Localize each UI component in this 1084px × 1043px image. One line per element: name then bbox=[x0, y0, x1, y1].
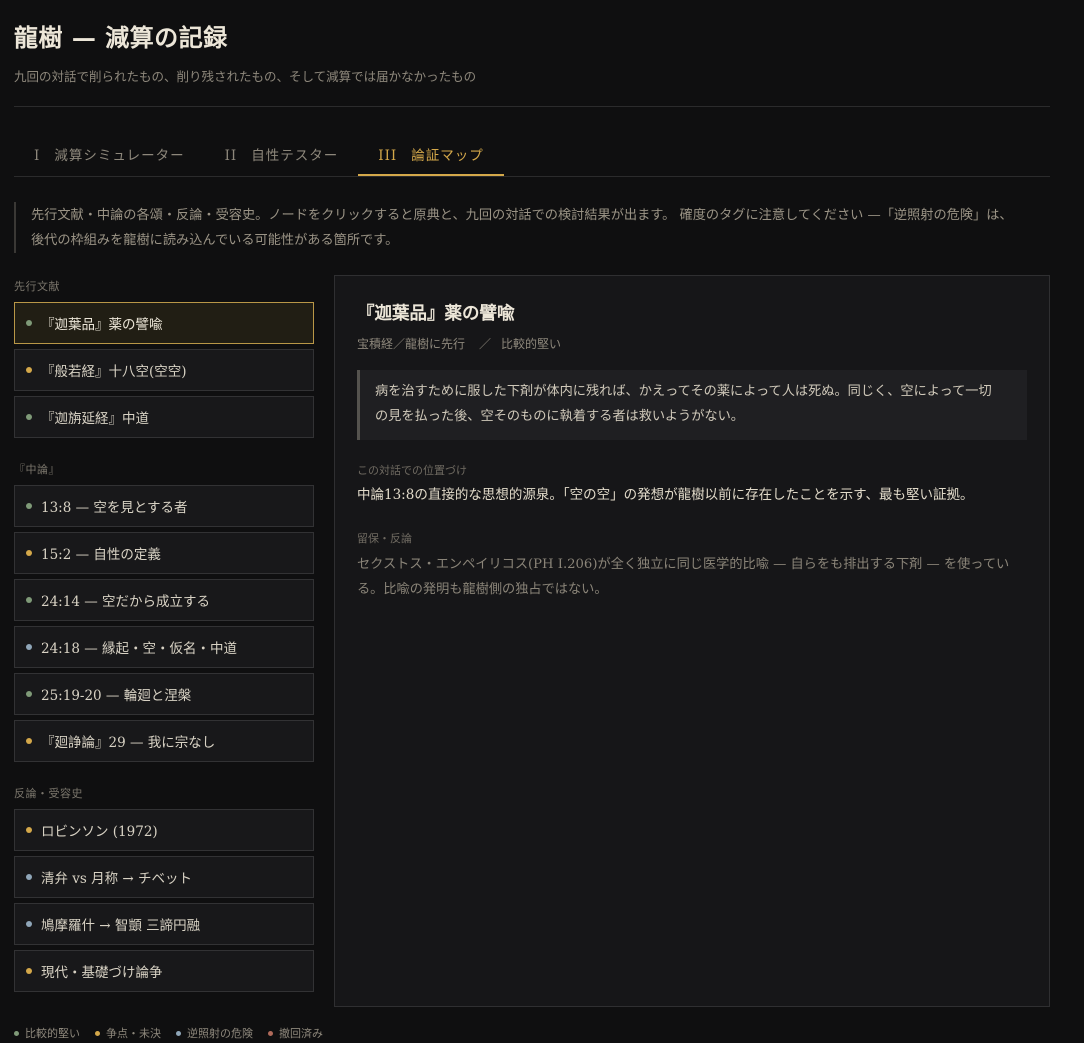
argument-node[interactable]: 24:14 — 空だから成立する bbox=[14, 579, 314, 621]
argument-node[interactable]: 『般若経』十八空(空空) bbox=[14, 349, 314, 391]
legend-label: 逆照射の危険 bbox=[187, 1027, 253, 1040]
page-subtitle: 九回の対話で削られたもの、削り残されたもの、そして減算では届かなかったもの bbox=[14, 69, 477, 84]
position-text: 中論13:8の直接的な思想的源泉。「空の空」の発想が龍樹以前に存在したことを示す… bbox=[357, 487, 974, 503]
meta-separator: ／ bbox=[479, 337, 492, 351]
legend-item: 逆照射の危険 bbox=[176, 1025, 253, 1041]
section-heading: 『中論』 bbox=[14, 463, 60, 476]
tab-subtraction-simulator[interactable]: I 減算シミュレーター bbox=[14, 132, 205, 176]
detail-source: 宝積経／龍樹に先行 bbox=[357, 337, 466, 351]
node-label: 『般若経』十八空(空空) bbox=[41, 364, 187, 380]
legend-label: 争点・未決 bbox=[106, 1027, 161, 1040]
node-label: 24:14 — 空だから成立する bbox=[41, 594, 210, 610]
legend-dot-icon bbox=[14, 1030, 19, 1036]
legend-label: 撤回済み bbox=[279, 1027, 323, 1040]
detail-panel: 『迦葉品』薬の譬喩 宝積経／龍樹に先行 ／ 比較的堅い 病を治すために服した下剤が体… bbox=[334, 275, 1050, 1007]
node-label: 25:19-20 — 輪廻と涅槃 bbox=[41, 688, 192, 704]
status-dot-icon bbox=[26, 503, 32, 509]
tab-argument-map[interactable]: III 論証マップ bbox=[358, 132, 504, 176]
status-dot-icon bbox=[26, 644, 32, 650]
node-label: 24:18 — 縁起・空・仮名・中道 bbox=[41, 641, 237, 657]
argument-node[interactable]: 現代・基礎づけ論争 bbox=[14, 950, 314, 992]
legend-dot-icon bbox=[268, 1030, 273, 1036]
status-dot-icon bbox=[26, 691, 32, 697]
status-dot-icon bbox=[26, 414, 32, 420]
tab-svabhava-tester[interactable]: II 自性テスター bbox=[205, 132, 359, 176]
node-label: ロビンソン (1972) bbox=[41, 824, 158, 840]
argument-node[interactable]: ロビンソン (1972) bbox=[14, 809, 314, 851]
node-label: 鳩摩羅什 → 智顗 三諦円融 bbox=[41, 918, 201, 934]
node-list: 先行文献『迦葉品』薬の譬喩『般若経』十八空(空空) 『迦旃延経』中道『中論』 13:… bbox=[14, 278, 314, 1015]
status-dot-icon bbox=[26, 921, 32, 927]
argument-node[interactable]: 鳩摩羅什 → 智顗 三諦円融 bbox=[14, 903, 314, 945]
detail-title: 『迦葉品』薬の譬喩 bbox=[357, 304, 515, 324]
legend-dot-icon bbox=[176, 1030, 181, 1036]
legend-item: 比較的堅い bbox=[14, 1025, 80, 1041]
status-dot-icon bbox=[26, 827, 32, 833]
node-label: 『迦旃延経』中道 bbox=[41, 411, 149, 427]
argument-node[interactable]: 24:18 — 縁起・空・仮名・中道 bbox=[14, 626, 314, 668]
detail-meta: 宝積経／龍樹に先行 ／ 比較的堅い bbox=[357, 335, 1027, 352]
certainty-legend: 比較的堅い 争点・未決 逆照射の危険 撤回済み bbox=[14, 1025, 338, 1041]
argument-node[interactable]: 13:8 — 空を見とする者 bbox=[14, 485, 314, 527]
quote-line: 病を治すために服した下剤が体内に残れば、かえってその薬によって人は死ぬ。同じく、… bbox=[375, 384, 992, 399]
node-label: 清弁 vs 月称 → チベット bbox=[41, 871, 193, 887]
argument-node[interactable]: 25:19-20 — 輪廻と涅槃 bbox=[14, 673, 314, 715]
status-dot-icon bbox=[26, 874, 32, 880]
node-label: 13:8 — 空を見とする者 bbox=[41, 500, 188, 516]
legend-label: 比較的堅い bbox=[25, 1027, 80, 1040]
caveat-line: セクストス・エンペイリコス(PH I.206)が全く独立に同じ医学的比喩 — 自… bbox=[357, 557, 1010, 572]
page-title: 龍樹 — 減算の記録 bbox=[14, 23, 228, 52]
legend-dot-icon bbox=[95, 1030, 100, 1036]
caveat-label: 留保・反論 bbox=[357, 532, 412, 545]
argument-node[interactable]: 15:2 — 自性の定義 bbox=[14, 532, 314, 574]
node-label: 『迦葉品』薬の譬喩 bbox=[41, 317, 163, 333]
status-dot-icon bbox=[26, 738, 32, 744]
header-divider bbox=[14, 106, 1050, 107]
status-dot-icon bbox=[26, 597, 32, 603]
tab-label: 自性テスター bbox=[251, 148, 339, 164]
tab-label: 減算シミュレーター bbox=[54, 148, 185, 164]
node-label: 『廻諍論』29 — 我に宗なし bbox=[41, 735, 216, 751]
position-label: この対話での位置づけ bbox=[357, 464, 467, 477]
source-quote: 病を治すために服した下剤が体内に残れば、かえってその薬によって人は死ぬ。同じく、… bbox=[357, 370, 1027, 440]
node-label: 15:2 — 自性の定義 bbox=[41, 547, 161, 563]
intro-line: 後代の枠組みを龍樹に読み込んでいる可能性がある箇所です。 bbox=[31, 233, 399, 248]
argument-node[interactable]: 『廻諍論』29 — 我に宗なし bbox=[14, 720, 314, 762]
argument-node[interactable]: 清弁 vs 月称 → チベット bbox=[14, 856, 314, 898]
tab-number: II bbox=[224, 148, 238, 164]
legend-item: 争点・未決 bbox=[95, 1025, 161, 1041]
detail-certainty: 比較的堅い bbox=[501, 337, 562, 351]
tab-number: I bbox=[34, 148, 41, 164]
tab-bar: I 減算シミュレーター II 自性テスター III 論証マップ bbox=[14, 132, 1050, 177]
node-label: 現代・基礎づけ論争 bbox=[41, 965, 163, 981]
legend-item: 撤回済み bbox=[268, 1025, 323, 1041]
argument-node[interactable]: 『迦旃延経』中道 bbox=[14, 396, 314, 438]
caveat-text: セクストス・エンペイリコス(PH I.206)が全く独立に同じ医学的比喩 — 自… bbox=[357, 552, 1027, 602]
caveat-line: る。比喩の発明も龍樹側の独占ではない。 bbox=[357, 582, 608, 597]
status-dot-icon bbox=[26, 320, 32, 326]
section-heading: 先行文献 bbox=[14, 280, 60, 293]
section-heading: 反論・受容史 bbox=[14, 787, 83, 800]
quote-line: の見を払った後、空そのものに執着する者は救いようがない。 bbox=[375, 409, 744, 424]
intro-note: 先行文献・中論の各頌・反論・受容史。ノードをクリックすると原典と、九回の対話での… bbox=[14, 202, 1050, 253]
intro-line: 先行文献・中論の各頌・反論・受容史。ノードをクリックすると原典と、九回の対話での… bbox=[31, 208, 1013, 223]
status-dot-icon bbox=[26, 968, 32, 974]
tab-number: III bbox=[378, 148, 398, 164]
argument-node[interactable]: 『迦葉品』薬の譬喩 bbox=[14, 302, 314, 344]
tab-label: 論証マップ bbox=[411, 148, 484, 164]
status-dot-icon bbox=[26, 367, 32, 373]
status-dot-icon bbox=[26, 550, 32, 556]
